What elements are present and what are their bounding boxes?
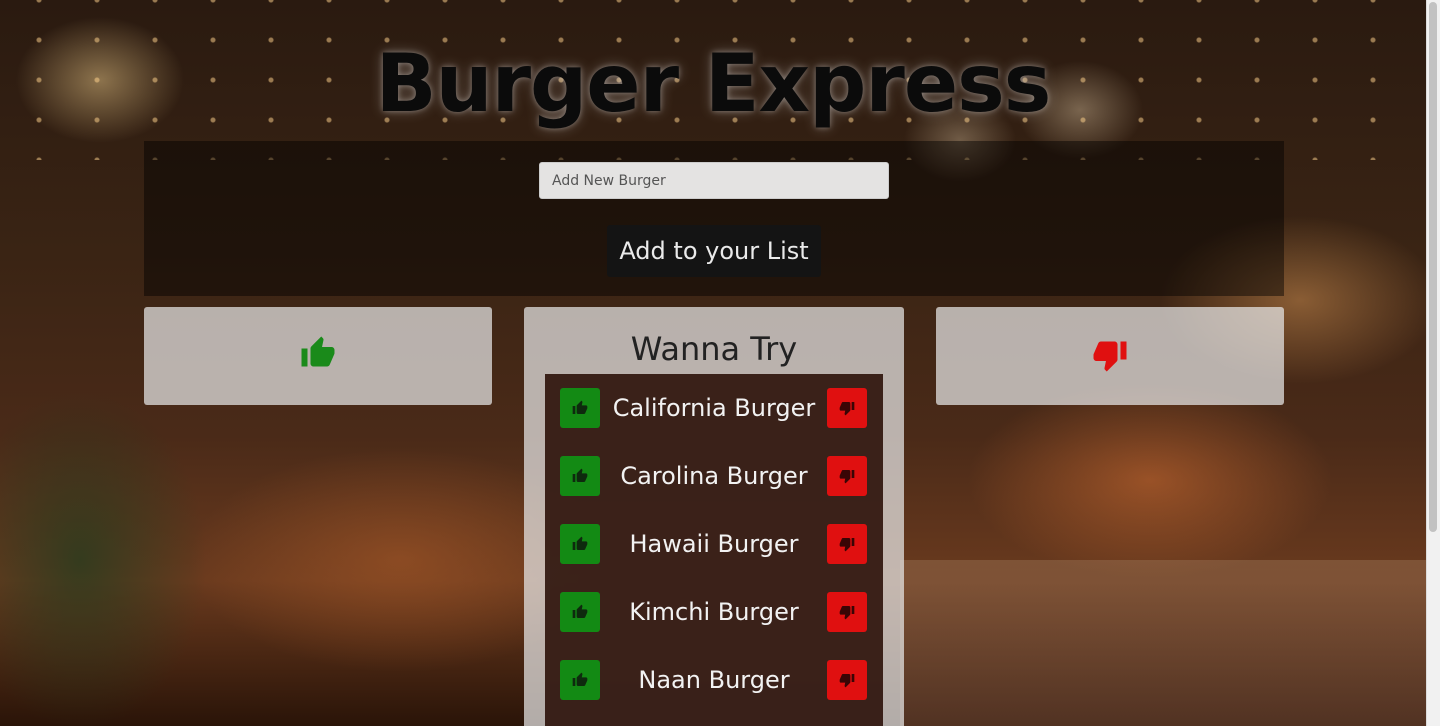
reject-button[interactable] bbox=[827, 388, 867, 428]
burger-name: Naan Burger bbox=[638, 666, 790, 694]
page-scrollbar[interactable] bbox=[1426, 0, 1440, 726]
reject-button[interactable] bbox=[827, 660, 867, 700]
list-item: Kimchi Burger bbox=[545, 592, 883, 632]
thumbs-up-icon bbox=[572, 672, 588, 686]
list-item: Naan Burger bbox=[545, 660, 883, 700]
thumbs-up-icon bbox=[298, 333, 338, 373]
rejected-card bbox=[936, 307, 1284, 405]
wanna-try-card: Wanna Try California Burger Carolina Bur… bbox=[524, 307, 904, 726]
burger-name: Hawaii Burger bbox=[629, 530, 799, 558]
thumbs-down-icon bbox=[839, 538, 855, 552]
devour-button[interactable] bbox=[560, 524, 600, 564]
reject-button[interactable] bbox=[827, 456, 867, 496]
thumbs-down-icon bbox=[839, 674, 855, 688]
burger-name-input[interactable] bbox=[539, 162, 889, 199]
devour-button[interactable] bbox=[560, 592, 600, 632]
thumbs-up-icon bbox=[572, 536, 588, 550]
scrollbar-thumb[interactable] bbox=[1429, 2, 1437, 532]
devour-button[interactable] bbox=[560, 456, 600, 496]
reject-button[interactable] bbox=[827, 524, 867, 564]
add-to-list-button[interactable]: Add to your List bbox=[607, 225, 821, 277]
burger-list: California Burger Carolina Burger Hawaii… bbox=[545, 374, 883, 726]
page-title: Burger Express bbox=[375, 37, 1052, 130]
wanna-try-title: Wanna Try bbox=[630, 330, 798, 368]
reject-button[interactable] bbox=[827, 592, 867, 632]
background-floor bbox=[900, 560, 1426, 726]
burger-name: Kimchi Burger bbox=[629, 598, 799, 626]
devour-button[interactable] bbox=[560, 388, 600, 428]
devoured-card bbox=[144, 307, 492, 405]
list-item: Carolina Burger bbox=[545, 456, 883, 496]
thumbs-up-icon bbox=[572, 400, 588, 414]
thumbs-down-icon bbox=[1090, 335, 1130, 375]
thumbs-up-icon bbox=[572, 604, 588, 618]
list-item: California Burger bbox=[545, 388, 883, 428]
thumbs-down-icon bbox=[839, 606, 855, 620]
devour-button[interactable] bbox=[560, 660, 600, 700]
list-item: Hawaii Burger bbox=[545, 524, 883, 564]
thumbs-down-icon bbox=[839, 402, 855, 416]
burger-name: Carolina Burger bbox=[620, 462, 808, 490]
burger-name: California Burger bbox=[612, 394, 816, 422]
thumbs-up-icon bbox=[572, 468, 588, 482]
thumbs-down-icon bbox=[839, 470, 855, 484]
